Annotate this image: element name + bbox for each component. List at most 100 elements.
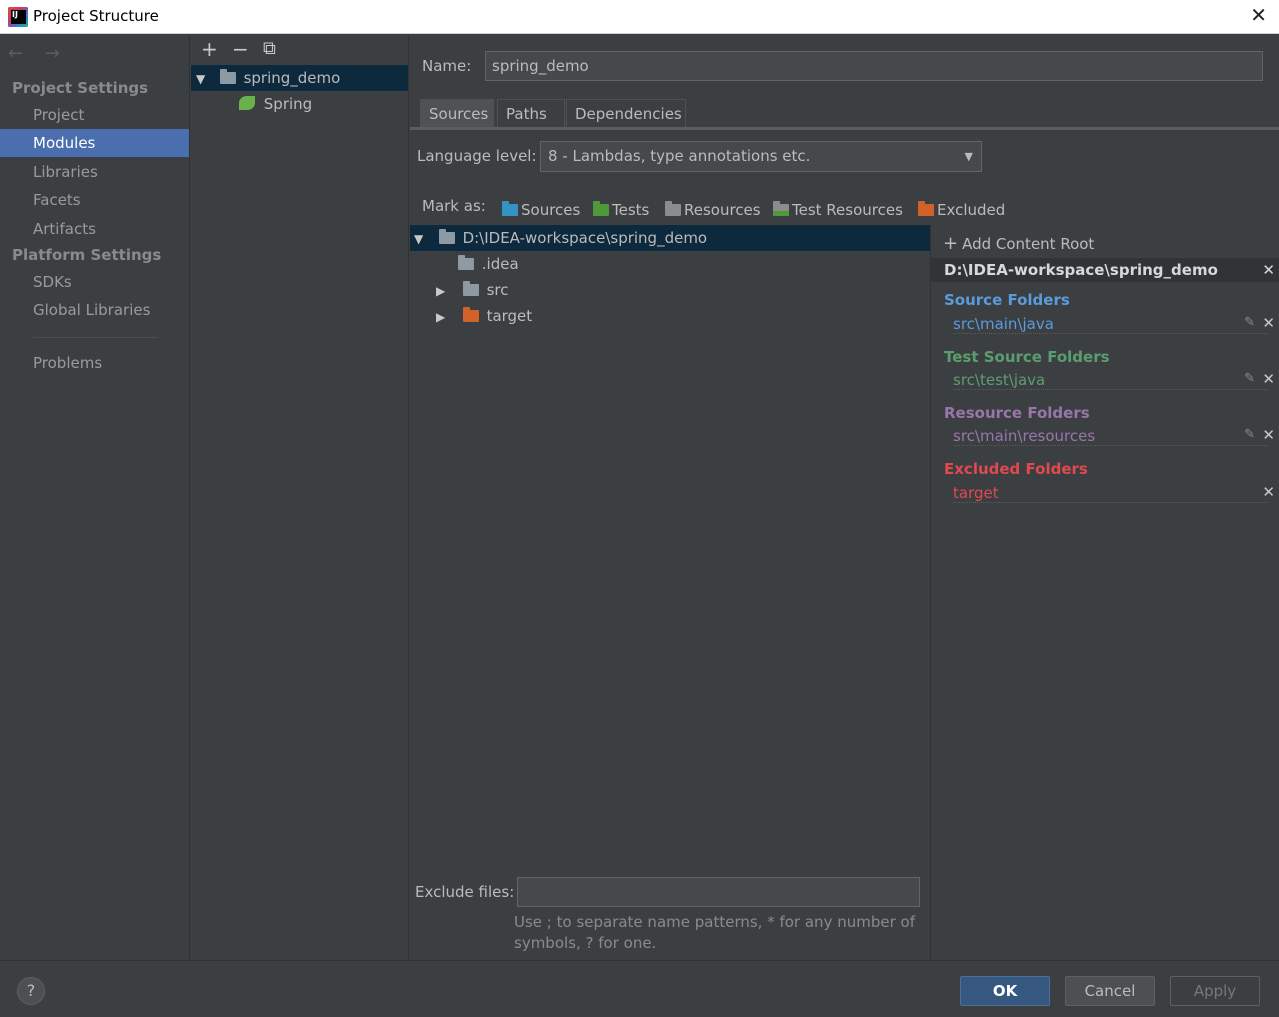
tests-folder-icon [593, 201, 609, 216]
tab-dependencies[interactable]: Dependencies [566, 99, 686, 127]
nav-separator [33, 337, 158, 338]
module-name-input[interactable]: spring_demo [485, 51, 1263, 81]
facet-name: Spring [263, 95, 313, 113]
nav-item-modules[interactable]: Modules [0, 129, 189, 157]
platform-settings-heading: Platform Settings [12, 246, 162, 264]
expand-triangle-icon[interactable]: ▼ [196, 66, 206, 92]
edit-pencil-icon[interactable]: ✎ [1244, 315, 1255, 330]
help-icon[interactable]: ? [17, 977, 45, 1005]
project-settings-heading: Project Settings [12, 79, 149, 97]
content-roots-empty-area [931, 535, 1279, 960]
back-forward-arrows-icon[interactable]: ← → [8, 43, 68, 64]
name-label: Name: [422, 57, 472, 75]
edit-pencil-icon[interactable]: ✎ [1244, 371, 1255, 386]
module-name: spring_demo [243, 69, 341, 87]
content-root-header-path: D:\IDEA-workspace\spring_demo [944, 261, 1218, 279]
mark-as-tests-label: Tests [612, 201, 650, 219]
tree-item-label: target [486, 307, 533, 325]
module-settings-panel: Name: spring_demo Sources Paths Dependen… [410, 35, 1279, 960]
tree-row-content-root[interactable]: ▼ D:\IDEA-workspace\spring_demo [410, 225, 930, 251]
exclude-files-label: Exclude files: [415, 883, 515, 901]
mark-as-sources-label: Sources [521, 201, 581, 219]
excluded-folder-icon [918, 201, 934, 216]
module-tree-row-spring-demo[interactable]: ▼ spring_demo [191, 65, 408, 91]
add-icon[interactable]: + [201, 39, 218, 59]
folder-icon [458, 255, 474, 270]
nav-item-libraries[interactable]: Libraries [0, 158, 189, 186]
sources-folder-icon [502, 201, 518, 216]
intellij-app-icon [8, 7, 28, 27]
mark-as-tests-button[interactable]: Tests [593, 199, 649, 221]
resource-folder-entry[interactable]: src\main\resources [953, 426, 1268, 446]
exclude-files-hint: Use ; to separate name patterns, * for a… [514, 912, 924, 954]
add-content-root-label: Add Content Root [962, 235, 1095, 253]
close-icon[interactable]: ✕ [1250, 5, 1267, 25]
nav-item-global-libraries[interactable]: Global Libraries [0, 296, 189, 324]
tab-underline [410, 127, 1279, 130]
content-root-path: D:\IDEA-workspace\spring_demo [462, 229, 708, 247]
apply-button[interactable]: Apply [1170, 976, 1260, 1006]
remove-icon[interactable]: − [232, 39, 249, 59]
remove-content-root-icon[interactable]: ✕ [1262, 258, 1275, 282]
collapse-triangle-icon[interactable]: ▶ [436, 304, 458, 330]
excluded-folders-heading: Excluded Folders [944, 460, 1088, 478]
resource-folder-path: src\main\resources [953, 427, 1096, 445]
window-title: Project Structure [33, 7, 159, 25]
nav-item-sdks[interactable]: SDKs [0, 268, 189, 296]
spring-leaf-icon [239, 96, 255, 110]
mark-as-label: Mark as: [422, 197, 486, 215]
test-source-folder-path: src\test\java [953, 371, 1046, 389]
nav-item-project[interactable]: Project [0, 101, 189, 129]
folder-icon [462, 281, 479, 296]
language-level-select[interactable]: 8 - Lambdas, type annotations etc. ▼ [540, 141, 982, 172]
settings-nav: ← → Project Settings Project Modules Lib… [0, 35, 190, 960]
tab-sources[interactable]: Sources [420, 99, 494, 127]
excluded-folder-icon [462, 307, 479, 322]
tree-item-label: .idea [481, 255, 519, 273]
exclude-files-input[interactable] [517, 877, 920, 907]
content-roots-panel: + Add Content Root D:\IDEA-workspace\spri… [930, 225, 1279, 960]
remove-folder-icon[interactable]: ✕ [1262, 370, 1275, 388]
mark-as-test-resources-button[interactable]: Test Resources [773, 199, 903, 221]
mark-as-excluded-label: Excluded [937, 201, 1006, 219]
add-content-root-button[interactable]: + Add Content Root [943, 233, 1094, 254]
test-source-folders-heading: Test Source Folders [944, 348, 1110, 366]
remove-folder-icon[interactable]: ✕ [1262, 426, 1275, 444]
resource-folders-heading: Resource Folders [944, 404, 1090, 422]
tree-item-label: src [486, 281, 509, 299]
copy-icon[interactable]: ⧉ [263, 39, 276, 59]
source-folder-path: src\main\java [953, 315, 1054, 333]
module-tree-row-spring-facet[interactable]: Spring [191, 91, 408, 117]
ok-button[interactable]: OK [960, 976, 1050, 1006]
mark-as-sources-button[interactable]: Sources [502, 199, 580, 221]
excluded-folder-entry[interactable]: target [953, 483, 1268, 503]
mark-as-resources-label: Resources [684, 201, 761, 219]
module-toolbar: + − ⧉ [191, 35, 408, 65]
remove-folder-icon[interactable]: ✕ [1262, 314, 1275, 332]
dialog-button-bar: ? OK Cancel Apply [0, 960, 1279, 1017]
cancel-button[interactable]: Cancel [1065, 976, 1155, 1006]
plus-icon: + [943, 233, 959, 254]
remove-folder-icon[interactable]: ✕ [1262, 483, 1275, 501]
title-bar: Project Structure ✕ [0, 0, 1279, 34]
resources-folder-icon [665, 201, 681, 216]
tree-row-idea[interactable]: .idea [410, 251, 930, 277]
mark-as-excluded-button[interactable]: Excluded [918, 199, 1005, 221]
mark-as-resources-button[interactable]: Resources [665, 199, 761, 221]
test-source-folder-entry[interactable]: src\test\java [953, 370, 1268, 390]
edit-pencil-icon[interactable]: ✎ [1244, 427, 1255, 442]
test-resources-folder-icon [773, 201, 789, 216]
content-root-tree: ▼ D:\IDEA-workspace\spring_demo .idea ▶ … [410, 225, 930, 865]
expand-triangle-icon[interactable]: ▼ [414, 226, 424, 252]
nav-item-artifacts[interactable]: Artifacts [0, 215, 189, 243]
source-folder-entry[interactable]: src\main\java [953, 314, 1268, 334]
tree-row-target[interactable]: ▶ target [410, 303, 930, 329]
tree-row-src[interactable]: ▶ src [410, 277, 930, 303]
collapse-triangle-icon[interactable]: ▶ [436, 278, 458, 304]
module-folder-icon [219, 69, 236, 84]
nav-item-facets[interactable]: Facets [0, 186, 189, 214]
nav-item-problems[interactable]: Problems [0, 349, 189, 377]
excluded-folder-path: target [953, 484, 999, 502]
source-folders-heading: Source Folders [944, 291, 1070, 309]
tab-paths[interactable]: Paths [497, 99, 565, 127]
